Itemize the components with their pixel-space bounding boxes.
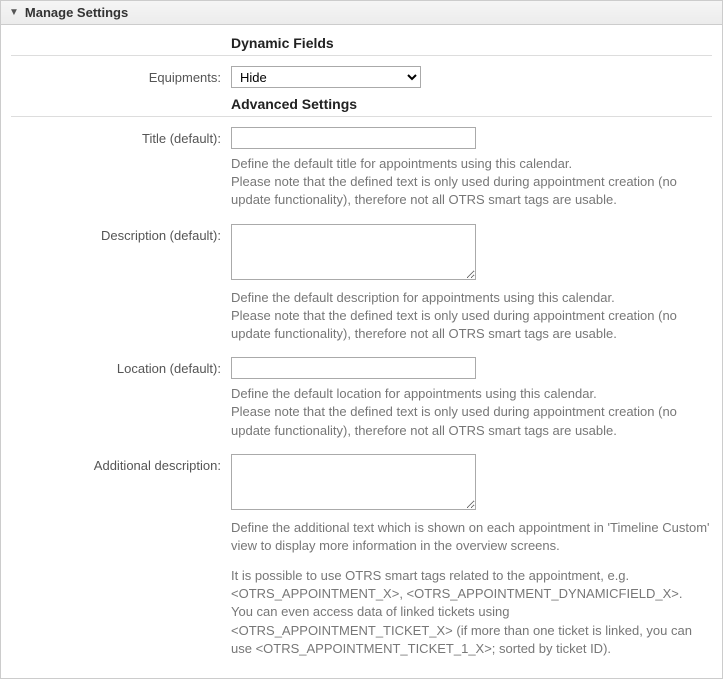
- field-row-title-default: Title (default): Define the default titl…: [11, 127, 712, 210]
- additional-description-description: Define the additional text which is show…: [231, 519, 711, 658]
- section-heading-dynamic-fields: Dynamic Fields: [231, 35, 334, 51]
- section-heading-advanced: Advanced Settings: [231, 96, 357, 112]
- title-default-input[interactable]: [231, 127, 476, 149]
- title-default-description: Define the default title for appointment…: [231, 155, 711, 210]
- widget-title: Manage Settings: [25, 5, 128, 20]
- field-row-additional-description: Additional description: Define the addit…: [11, 454, 712, 658]
- widget-header[interactable]: ▼ Manage Settings: [1, 1, 722, 25]
- title-default-label: Title (default):: [11, 127, 231, 146]
- section-heading-row-advanced: Advanced Settings: [11, 96, 712, 112]
- field-row-location-default: Location (default): Define the default l…: [11, 357, 712, 440]
- description-default-textarea[interactable]: [231, 224, 476, 280]
- additional-description-label: Additional description:: [11, 454, 231, 473]
- separator: [11, 55, 712, 56]
- widget-body: Dynamic Fields Equipments: Hide Advanced…: [1, 25, 722, 678]
- additional-description-textarea[interactable]: [231, 454, 476, 510]
- separator: [11, 116, 712, 117]
- location-default-label: Location (default):: [11, 357, 231, 376]
- location-default-description: Define the default location for appointm…: [231, 385, 711, 440]
- manage-settings-widget: ▼ Manage Settings Dynamic Fields Equipme…: [0, 0, 723, 679]
- collapse-icon: ▼: [9, 7, 19, 18]
- equipments-select[interactable]: Hide: [231, 66, 421, 88]
- field-row-equipments: Equipments: Hide: [11, 66, 712, 88]
- location-default-input[interactable]: [231, 357, 476, 379]
- field-row-description-default: Description (default): Define the defaul…: [11, 224, 712, 344]
- description-default-description: Define the default description for appoi…: [231, 289, 711, 344]
- description-default-label: Description (default):: [11, 224, 231, 243]
- section-heading-row-dynamic: Dynamic Fields: [11, 35, 712, 51]
- equipments-label: Equipments:: [11, 66, 231, 85]
